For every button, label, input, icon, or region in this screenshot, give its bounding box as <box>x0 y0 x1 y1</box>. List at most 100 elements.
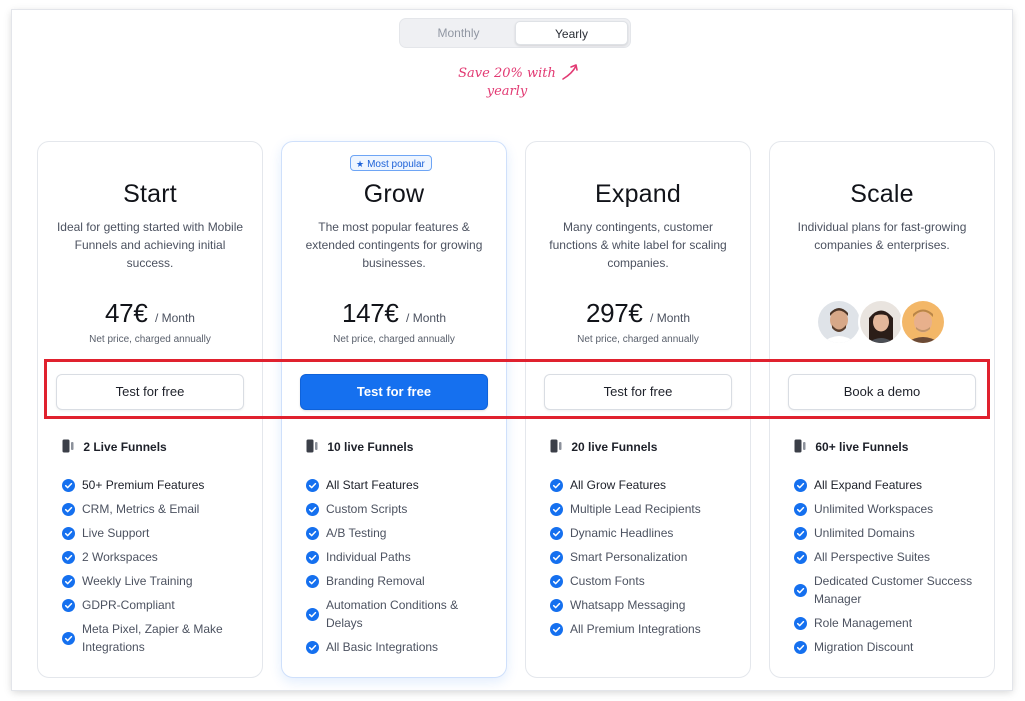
feature-item: Custom Scripts <box>306 500 496 518</box>
plan-period: / Month <box>406 311 447 325</box>
feature-item: Whatsapp Messaging <box>550 596 740 614</box>
feature-item: Live Support <box>62 524 252 542</box>
check-circle-icon <box>62 527 75 540</box>
feature-text: Multiple Lead Recipients <box>570 502 701 516</box>
feature-list: 50+ Premium Features CRM, Metrics & Emai… <box>62 476 252 662</box>
plan-price: 47€ <box>105 298 148 328</box>
feature-list: All Start Features Custom Scripts A/B Te… <box>306 476 496 662</box>
check-circle-icon <box>794 479 807 492</box>
feature-item: Branding Removal <box>306 572 496 590</box>
feature-text: Individual Paths <box>326 550 411 564</box>
feature-item: All Start Features <box>306 476 496 494</box>
feature-text: Live Support <box>82 526 150 540</box>
check-circle-icon <box>62 632 75 645</box>
feature-text: Unlimited Workspaces <box>814 502 934 516</box>
feature-text: Branding Removal <box>326 574 425 588</box>
feature-item: 2 Workspaces <box>62 548 252 566</box>
check-circle-icon <box>794 503 807 516</box>
feature-item: Meta Pixel, Zapier & Make Integrations <box>62 620 252 656</box>
feature-item: Unlimited Domains <box>794 524 984 542</box>
feature-text: Dynamic Headlines <box>570 526 674 540</box>
live-funnels-label: 60+ live Funnels <box>794 439 908 455</box>
pricing-page: Monthly Yearly Save 20% with yearly Star… <box>12 10 1012 690</box>
phone-icon <box>794 439 806 453</box>
feature-text: Whatsapp Messaging <box>570 598 686 612</box>
price-row: 147€ / Month <box>282 298 506 329</box>
plan-description: The most popular features & extended con… <box>305 220 483 270</box>
feature-item: Smart Personalization <box>550 548 740 566</box>
avatar <box>816 299 862 345</box>
feature-item: Multiple Lead Recipients <box>550 500 740 518</box>
feature-list: All Grow Features Multiple Lead Recipien… <box>550 476 740 644</box>
check-circle-icon <box>62 599 75 612</box>
highlight-box <box>44 359 990 419</box>
check-circle-icon <box>306 641 319 654</box>
check-circle-icon <box>306 479 319 492</box>
feature-item: A/B Testing <box>306 524 496 542</box>
feature-text: All Grow Features <box>570 478 667 492</box>
check-circle-icon <box>794 527 807 540</box>
check-circle-icon <box>550 527 563 540</box>
avatar <box>858 299 904 345</box>
check-circle-icon <box>550 599 563 612</box>
price-note: Net price, charged annually <box>89 334 211 345</box>
feature-list: All Expand Features Unlimited Workspaces… <box>794 476 984 662</box>
check-circle-icon <box>794 584 807 597</box>
live-funnels-label: 2 Live Funnels <box>62 439 167 455</box>
check-circle-icon <box>306 503 319 516</box>
check-circle-icon <box>794 551 807 564</box>
feature-text: A/B Testing <box>326 526 387 540</box>
feature-text: Migration Discount <box>814 640 914 654</box>
plan-period: / Month <box>154 311 195 325</box>
feature-text: Weekly Live Training <box>82 574 193 588</box>
check-circle-icon <box>62 479 75 492</box>
check-circle-icon <box>62 575 75 588</box>
price-row: 47€ / Month <box>38 298 262 329</box>
feature-item: All Expand Features <box>794 476 984 494</box>
team-avatars <box>816 299 948 347</box>
plan-price: 297€ <box>585 298 643 328</box>
check-circle-icon <box>306 575 319 588</box>
plan-name: Scale <box>850 180 914 208</box>
feature-item: Weekly Live Training <box>62 572 252 590</box>
plan-name: Expand <box>595 180 681 208</box>
plan-name: Start <box>123 180 177 208</box>
feature-item: All Grow Features <box>550 476 740 494</box>
check-circle-icon <box>550 575 563 588</box>
feature-text: Smart Personalization <box>570 550 688 564</box>
plan-description: Many contingents, customer functions & w… <box>549 220 727 270</box>
feature-text: GDPR-Compliant <box>82 598 175 612</box>
feature-item: 50+ Premium Features <box>62 476 252 494</box>
feature-item: Dedicated Customer Success Manager <box>794 572 984 608</box>
feature-text: 2 Workspaces <box>82 550 158 564</box>
price-note: Net price, charged annually <box>333 334 455 345</box>
feature-item: Custom Fonts <box>550 572 740 590</box>
billing-option-monthly[interactable]: Monthly <box>402 21 515 45</box>
check-circle-icon <box>550 551 563 564</box>
billing-option-yearly[interactable]: Yearly <box>515 21 628 45</box>
live-funnels-text: 2 Live Funnels <box>83 440 167 454</box>
feature-text: Meta Pixel, Zapier & Make Integrations <box>82 622 223 654</box>
check-circle-icon <box>306 551 319 564</box>
check-circle-icon <box>550 623 563 636</box>
feature-item: All Basic Integrations <box>306 638 496 656</box>
feature-item: All Premium Integrations <box>550 620 740 638</box>
plan-name: Grow <box>363 180 425 208</box>
badge-text: Most popular <box>367 159 425 170</box>
check-circle-icon <box>550 479 563 492</box>
feature-item: All Perspective Suites <box>794 548 984 566</box>
plan-period: / Month <box>650 311 691 325</box>
phone-icon <box>62 439 74 453</box>
live-funnels-label: 10 live Funnels <box>306 439 413 455</box>
check-circle-icon <box>794 641 807 654</box>
check-circle-icon <box>794 617 807 630</box>
feature-text: Automation Conditions & Delays <box>326 598 459 630</box>
feature-item: Migration Discount <box>794 638 984 656</box>
plan-price: 147€ <box>341 298 399 328</box>
save-note: Save 20% with yearly <box>458 66 556 99</box>
live-funnels-text: 20 live Funnels <box>571 440 658 454</box>
live-funnels-text: 60+ live Funnels <box>815 440 909 454</box>
check-circle-icon <box>550 503 563 516</box>
live-funnels-text: 10 live Funnels <box>327 440 414 454</box>
billing-toggle: Monthly Yearly <box>399 18 631 48</box>
